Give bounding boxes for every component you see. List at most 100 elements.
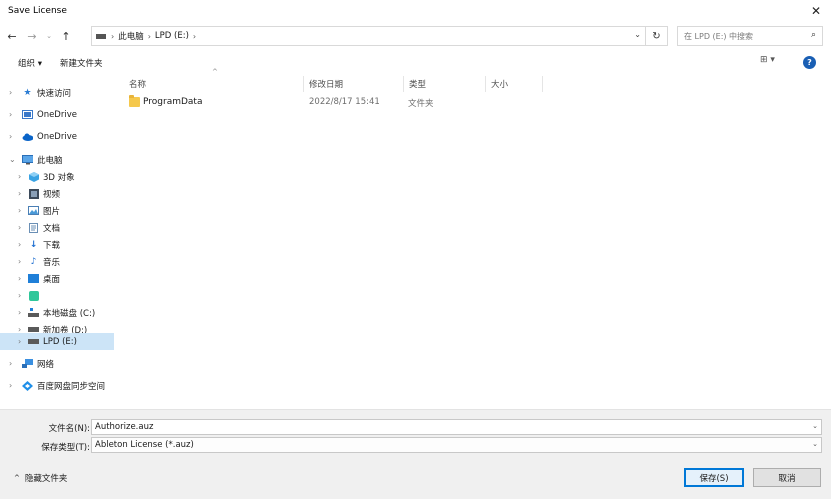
folder-icon: [129, 95, 140, 107]
filename-input[interactable]: Authorize.auz ⌄: [91, 419, 822, 435]
recent-locations-chevron-icon[interactable]: ⌄: [44, 26, 54, 46]
column-header-type[interactable]: 类型: [409, 76, 426, 92]
organize-button[interactable]: 组织 ▾: [18, 57, 42, 69]
cancel-button[interactable]: 取消: [753, 468, 821, 487]
expand-chevron-icon[interactable]: ›: [18, 240, 26, 249]
nav-label: 视频: [43, 189, 61, 200]
star-icon: ★: [23, 87, 32, 98]
nav-item-quick-access[interactable]: › ★ 快速访问: [0, 84, 114, 101]
hide-folders-toggle[interactable]: ^ 隐藏文件夹: [14, 472, 67, 484]
address-row: ← → ⌄ ↑ › 此电脑 › LPD (E:) › ⌄ ↻ 在 LPD (E:…: [0, 22, 831, 50]
desktop-icon: [28, 274, 39, 284]
column-header-name[interactable]: 名称: [129, 76, 146, 92]
expand-chevron-icon[interactable]: ›: [18, 189, 26, 198]
expand-chevron-icon[interactable]: ›: [9, 110, 17, 119]
nav-label: 下载: [43, 240, 61, 251]
search-placeholder: 在 LPD (E:) 中搜索: [684, 31, 754, 41]
music-note-icon: ♪: [30, 256, 37, 267]
expand-chevron-icon[interactable]: ›: [18, 308, 26, 317]
nav-item-network[interactable]: › 网络: [0, 355, 114, 372]
hide-folders-label: 隐藏文件夹: [24, 474, 68, 484]
back-arrow-icon[interactable]: ←: [4, 26, 20, 46]
filename-label: 文件名(N):: [48, 424, 90, 434]
refresh-icon[interactable]: ↻: [645, 27, 667, 45]
view-options-icon[interactable]: ⊞ ▾: [760, 55, 775, 65]
expand-chevron-icon[interactable]: ›: [18, 172, 26, 181]
picture-icon: [28, 206, 39, 216]
nav-item-pictures[interactable]: › 图片: [0, 202, 114, 219]
chevron-down-icon[interactable]: ⌄: [812, 422, 818, 430]
expand-chevron-icon[interactable]: ›: [9, 381, 17, 390]
chevron-up-icon: ^: [14, 474, 20, 482]
download-arrow-icon: ↓: [29, 239, 38, 250]
breadcrumb-separator[interactable]: ›: [111, 32, 114, 41]
nav-item-this-pc[interactable]: ⌄ 此电脑: [0, 151, 114, 168]
close-icon[interactable]: ✕: [801, 0, 831, 22]
collapse-chevron-icon[interactable]: ⌄: [9, 155, 17, 164]
search-icon[interactable]: ⌕: [811, 30, 816, 40]
column-divider[interactable]: [485, 76, 486, 92]
nav-item-downloads[interactable]: › ↓ 下载: [0, 236, 114, 253]
nav-label: 快速访问: [37, 88, 72, 99]
title-bar: Save License ✕: [0, 0, 831, 22]
nav-label: OneDrive: [37, 131, 77, 142]
cloud-icon: [22, 132, 33, 142]
nav-label: 此电脑: [37, 155, 63, 166]
expand-chevron-icon[interactable]: ›: [18, 274, 26, 283]
breadcrumb-separator[interactable]: ›: [193, 32, 196, 41]
nav-item-baidu-sync[interactable]: › 百度网盘同步空间: [0, 377, 114, 394]
sort-ascending-icon: ^: [212, 68, 218, 76]
expand-chevron-icon[interactable]: ›: [9, 132, 17, 141]
nav-item-videos[interactable]: › 视频: [0, 185, 114, 202]
file-type: 文件夹: [408, 99, 434, 109]
help-icon[interactable]: ?: [803, 56, 816, 69]
breadcrumb-separator[interactable]: ›: [148, 32, 151, 41]
up-arrow-icon[interactable]: ↑: [58, 26, 74, 46]
search-input[interactable]: 在 LPD (E:) 中搜索 ⌕: [677, 26, 823, 46]
file-row[interactable]: ProgramData 2022/8/17 15:41 文件夹: [122, 95, 542, 111]
document-icon: [28, 222, 39, 233]
filetype-select[interactable]: Ableton License (*.auz) ⌄: [91, 437, 822, 453]
nav-item-lpd-e[interactable]: › LPD (E:): [0, 333, 114, 350]
nav-item-onedrive-personal[interactable]: › OneDrive: [0, 106, 114, 123]
nav-item-music[interactable]: › ♪ 音乐: [0, 253, 114, 270]
nav-item-onedrive[interactable]: › OneDrive: [0, 128, 114, 145]
nav-item-desktop[interactable]: › 桌面: [0, 270, 114, 287]
drive-icon: [28, 337, 39, 347]
column-header-size[interactable]: 大小: [491, 76, 508, 92]
new-folder-button[interactable]: 新建文件夹: [60, 57, 103, 69]
expand-chevron-icon[interactable]: ›: [9, 88, 17, 97]
column-header-modified[interactable]: 修改日期: [309, 76, 343, 92]
expand-chevron-icon[interactable]: ›: [9, 359, 17, 368]
address-bar[interactable]: › 此电脑 › LPD (E:) › ⌄ ↻: [91, 26, 668, 46]
command-bar: 组织 ▾ 新建文件夹 ⊞ ▾ ?: [0, 52, 831, 74]
nav-label: 桌面: [43, 274, 61, 285]
nav-label: 3D 对象: [43, 172, 75, 183]
expand-chevron-icon[interactable]: ›: [18, 206, 26, 215]
nav-label: OneDrive: [37, 109, 77, 120]
expand-chevron-icon[interactable]: ›: [18, 337, 26, 346]
nav-label: 文档: [43, 223, 61, 234]
save-form-panel: 文件名(N): Authorize.auz ⌄ 保存类型(T): Ableton…: [0, 409, 831, 499]
expand-chevron-icon[interactable]: ›: [18, 257, 26, 266]
forward-arrow-icon[interactable]: →: [24, 26, 40, 46]
nav-item-local-disk-c[interactable]: › 本地磁盘 (C:): [0, 304, 114, 321]
chevron-down-icon[interactable]: ⌄: [812, 440, 818, 448]
nav-item-unnamed-app[interactable]: ›: [0, 287, 114, 304]
window-title: Save License: [8, 6, 67, 16]
breadcrumb-this-pc[interactable]: 此电脑: [118, 30, 144, 42]
breadcrumb-lpd-e[interactable]: LPD (E:): [155, 31, 189, 41]
file-name: ProgramData: [143, 97, 203, 107]
column-divider[interactable]: [403, 76, 404, 92]
address-dropdown-chevron-icon[interactable]: ⌄: [634, 30, 641, 39]
nav-item-3d-objects[interactable]: › 3D 对象: [0, 168, 114, 185]
save-button[interactable]: 保存(S): [684, 468, 744, 487]
nav-item-documents[interactable]: › 文档: [0, 219, 114, 236]
expand-chevron-icon[interactable]: ›: [18, 223, 26, 232]
computer-icon: [22, 154, 33, 165]
expand-chevron-icon[interactable]: ›: [18, 291, 26, 300]
nav-label: LPD (E:): [43, 336, 77, 347]
column-divider[interactable]: [542, 76, 543, 92]
file-modified: 2022/8/17 15:41: [309, 97, 380, 107]
column-divider[interactable]: [303, 76, 304, 92]
